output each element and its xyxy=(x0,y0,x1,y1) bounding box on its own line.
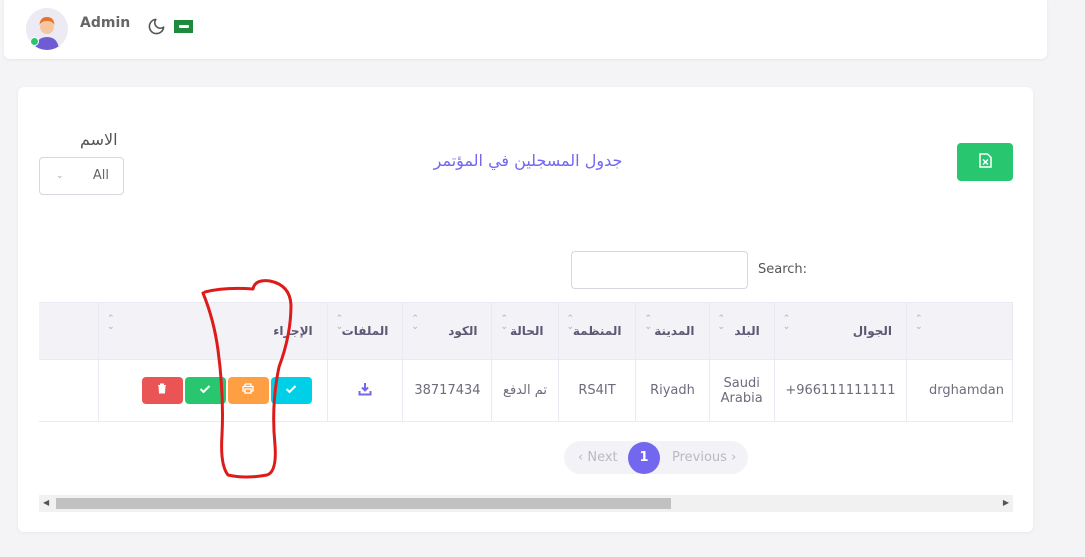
saudi-flag-icon[interactable] xyxy=(174,20,193,33)
pagination: ‹ Next 1 Previous › xyxy=(564,441,748,474)
moon-icon[interactable] xyxy=(147,17,166,40)
column-header-code[interactable]: الكود ⌃ ⌄ xyxy=(402,302,493,360)
check-button[interactable] xyxy=(184,377,226,404)
column-header-status[interactable]: الحالة ⌃ ⌄ xyxy=(491,302,559,360)
column-header-extra xyxy=(39,302,99,360)
sort-icon: ⌃ ⌄ xyxy=(782,314,791,332)
pagination-previous[interactable]: Previous › xyxy=(672,450,736,465)
cell-organization: RS4IT xyxy=(558,359,637,422)
delete-icon xyxy=(158,383,167,394)
cell-status: تم الدفع xyxy=(491,359,559,422)
registrations-table: ⌃ ⌄ الجوال ⌃ ⌄ البلد ⌃ ⌄ المدينة ⌃ ⌄ المنظمة ⌃ ⌄ … xyxy=(39,302,1013,422)
confirm-button[interactable] xyxy=(270,377,312,404)
column-header-city[interactable]: المدينة ⌃ ⌄ xyxy=(635,302,710,360)
download-icon[interactable] xyxy=(358,382,372,400)
search-label: Search: xyxy=(758,262,808,277)
registrations-card: جدول المسجلين في المؤتمر الاسم ⌄ All Sea… xyxy=(18,87,1033,532)
cell-mobile: +966111111111 xyxy=(774,359,908,422)
user-name[interactable]: Admin xyxy=(80,15,130,31)
confirm-icon xyxy=(286,385,297,394)
sort-icon: ⌃ ⌄ xyxy=(717,314,726,332)
sort-icon: ⌃ ⌄ xyxy=(500,314,509,332)
name-filter-select[interactable]: ⌄ All xyxy=(39,157,124,195)
sort-icon: ⌃ ⌄ xyxy=(411,314,419,332)
sort-icon: ⌃ ⌄ xyxy=(335,314,344,332)
filter-label: الاسم xyxy=(80,130,118,149)
cell-city: Riyadh xyxy=(635,359,710,422)
cell-files xyxy=(327,359,404,422)
sort-icon: ⌃ ⌄ xyxy=(915,314,923,332)
horizontal-scrollbar[interactable]: ◀ ▶ xyxy=(39,495,1013,512)
scroll-right-arrow-icon[interactable]: ▶ xyxy=(1003,498,1009,507)
cell-actions xyxy=(98,359,328,422)
pagination-current-page[interactable]: 1 xyxy=(628,442,660,474)
check-icon xyxy=(200,385,211,394)
scroll-left-arrow-icon[interactable]: ◀ xyxy=(43,498,49,507)
sort-icon: ⌃ ⌄ xyxy=(566,314,575,332)
cell-email: drghamdan xyxy=(906,359,1013,422)
table-row: drghamdan +966111111111 Saudi Arabia Riy… xyxy=(39,359,1013,422)
export-excel-button[interactable] xyxy=(957,143,1013,181)
print-button[interactable] xyxy=(227,377,269,404)
scrollbar-thumb[interactable] xyxy=(56,498,671,509)
print-icon xyxy=(242,383,255,394)
cell-code: 38717434 xyxy=(402,359,493,422)
sort-icon: ⌃ ⌄ xyxy=(644,314,652,332)
column-header-actions[interactable]: الإجراء ⌃ ⌄ xyxy=(98,302,328,360)
column-header-country[interactable]: البلد ⌃ ⌄ xyxy=(709,302,775,360)
column-header-mobile[interactable]: الجوال ⌃ ⌄ xyxy=(774,302,908,360)
filter-value: All xyxy=(92,168,109,183)
cell-extra xyxy=(39,359,99,422)
search-input[interactable] xyxy=(571,251,748,289)
column-header-files[interactable]: الملفات ⌃ ⌄ xyxy=(327,302,404,360)
delete-button[interactable] xyxy=(141,377,183,404)
pagination-next[interactable]: ‹ Next xyxy=(578,450,618,465)
registrations-table-wrapper: ⌃ ⌄ الجوال ⌃ ⌄ البلد ⌃ ⌄ المدينة ⌃ ⌄ المنظمة ⌃ ⌄ … xyxy=(39,302,1013,422)
page-title: جدول المسجلين في المؤتمر xyxy=(433,151,623,170)
top-navbar: Admin xyxy=(4,0,1047,59)
excel-file-icon xyxy=(978,153,992,171)
sort-icon: ⌃ ⌄ xyxy=(106,314,115,332)
online-status-dot xyxy=(30,37,39,46)
cell-country: Saudi Arabia xyxy=(709,359,775,422)
table-header-row: ⌃ ⌄ الجوال ⌃ ⌄ البلد ⌃ ⌄ المدينة ⌃ ⌄ المنظمة ⌃ ⌄ … xyxy=(39,302,1013,360)
column-header-email[interactable]: ⌃ ⌄ xyxy=(906,302,1013,360)
chevron-down-icon: ⌄ xyxy=(56,171,64,181)
column-header-organization[interactable]: المنظمة ⌃ ⌄ xyxy=(558,302,637,360)
